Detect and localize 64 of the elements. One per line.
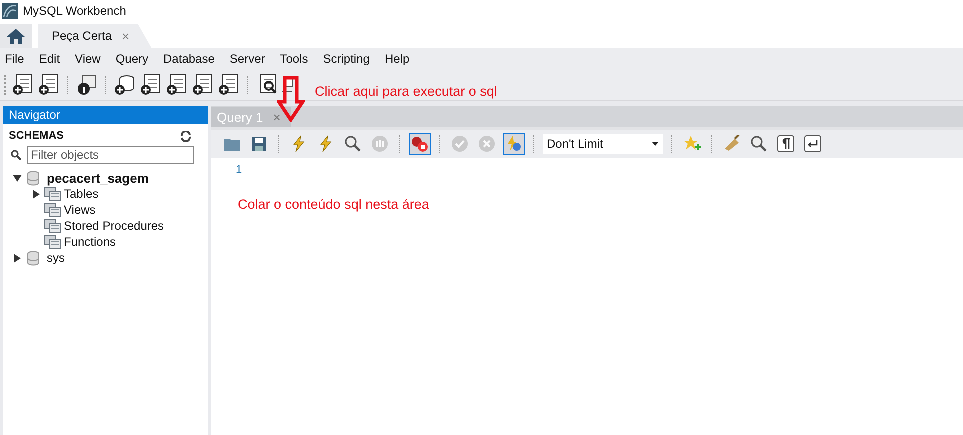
menu-item[interactable]: Help	[384, 52, 410, 66]
sql-file-icon[interactable]	[12, 74, 34, 96]
folder-icon	[44, 187, 61, 201]
pilcrow-icon	[777, 135, 795, 153]
panel-title: Navigator	[9, 108, 60, 122]
table-add-icon[interactable]	[166, 74, 188, 96]
home-tab[interactable]	[0, 24, 32, 48]
menu-item[interactable]: Tools	[280, 52, 308, 66]
line-number: 1	[236, 164, 242, 176]
sql-file-icon[interactable]	[38, 74, 60, 96]
menu-item[interactable]: Query	[116, 52, 149, 66]
menu-item[interactable]: File	[5, 52, 24, 66]
close-icon[interactable]: ×	[122, 28, 130, 44]
magnifier-icon	[344, 135, 362, 153]
menu-item[interactable]: Database	[164, 52, 215, 66]
save-icon	[250, 135, 268, 153]
schema-name[interactable]: pecacert_sagem	[47, 170, 149, 186]
cross-icon	[478, 135, 496, 153]
expanded-arrow-icon[interactable]	[13, 174, 22, 182]
tab-label: Peça Certa	[52, 29, 112, 43]
table-add-icon[interactable]	[218, 74, 240, 96]
refresh-icon[interactable]	[180, 130, 192, 142]
star-icon	[683, 135, 701, 153]
autocommit-button[interactable]	[503, 133, 525, 155]
invisibles-button[interactable]	[775, 133, 797, 155]
connection-tab[interactable]: Peça Certa ×	[38, 24, 152, 48]
hand-icon	[371, 135, 389, 153]
menu-item[interactable]: Scripting	[323, 52, 370, 66]
dropdown-caret-icon	[652, 142, 659, 146]
folder-icon	[44, 219, 61, 233]
info-icon[interactable]	[76, 74, 98, 96]
tree-item[interactable]: Functions	[64, 235, 116, 249]
stop-on-error-button[interactable]	[409, 133, 431, 155]
home-icon	[7, 28, 25, 44]
collapsed-arrow-icon[interactable]	[32, 190, 41, 198]
schema-name[interactable]: sys	[47, 251, 65, 265]
collapsed-arrow-icon[interactable]	[13, 254, 22, 262]
database-icon	[27, 250, 40, 266]
tree-item[interactable]: Tables	[64, 187, 99, 201]
folder-icon	[44, 203, 61, 217]
window-title: MySQL Workbench	[23, 4, 126, 18]
tab-label: Query 1	[217, 110, 264, 124]
search-icon	[11, 150, 22, 160]
folder-icon	[44, 235, 61, 249]
database-add-icon[interactable]	[114, 74, 136, 96]
tree-item[interactable]: Views	[64, 203, 96, 217]
dropdown-value: Don't Limit	[547, 137, 604, 151]
tree-item[interactable]: Stored Procedures	[64, 219, 164, 233]
filter-field[interactable]: Filter objects	[27, 146, 194, 164]
table-add-icon[interactable]	[192, 74, 214, 96]
database-icon	[27, 170, 40, 186]
annotation-text: Colar o conteúdo sql nesta área	[238, 197, 430, 212]
checkmark-icon	[451, 135, 469, 153]
magnifier-icon	[750, 135, 768, 153]
limit-dropdown[interactable]: Don't Limit	[543, 134, 663, 154]
menu-item[interactable]: View	[75, 52, 101, 66]
menu-item[interactable]: Server	[230, 52, 266, 66]
wrap-button[interactable]	[802, 133, 824, 155]
menu-item[interactable]: Edit	[39, 52, 60, 66]
section-title: SCHEMAS	[9, 130, 64, 142]
table-add-icon[interactable]	[140, 74, 162, 96]
wrap-icon	[804, 135, 822, 153]
annotation-text: Clicar aqui para executar o sql	[315, 84, 498, 99]
app-logo-icon	[2, 3, 18, 19]
